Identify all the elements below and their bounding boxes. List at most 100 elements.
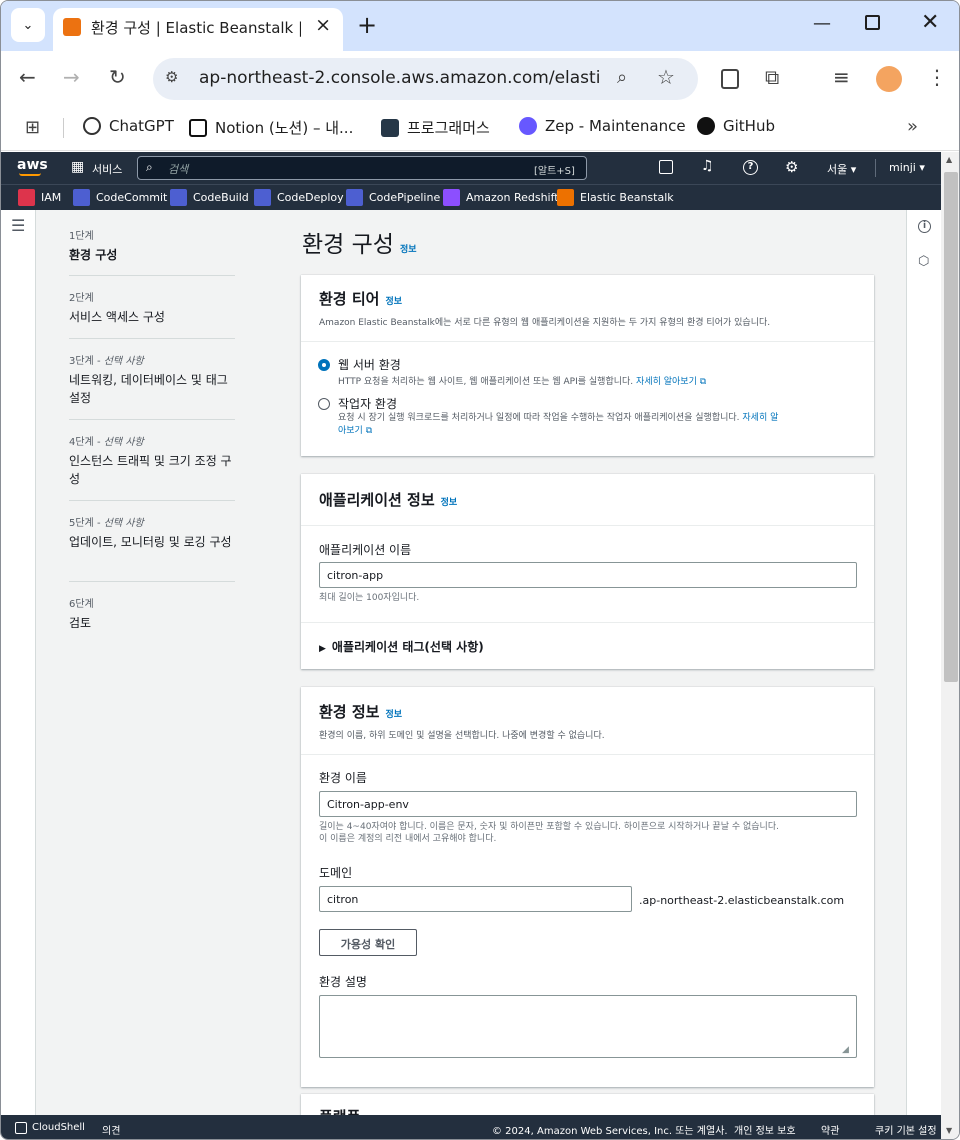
radio-web-server[interactable] — [318, 359, 330, 371]
cloudshell-icon[interactable] — [659, 160, 673, 174]
site-info-icon[interactable]: ⚙ — [165, 68, 178, 86]
tab-bar: ⌄ 환경 구성 | Elastic Beanstalk | a × + — ✕ — [1, 1, 959, 51]
step-number: 6단계 — [69, 599, 94, 610]
fav-codebuild[interactable]: CodeBuild — [170, 189, 249, 206]
wizard-step-1[interactable]: 1단계 환경 구성 — [69, 227, 239, 264]
maximize-icon[interactable] — [865, 15, 880, 30]
wizard-step-3[interactable]: 3단계 - 선택 사항 네트워킹, 데이터베이스 및 태그 설정 — [69, 352, 239, 407]
radio-label: 작업자 환경 — [338, 397, 398, 411]
privacy-link[interactable]: 개인 정보 보호 — [734, 1122, 796, 1137]
tab-active[interactable]: 환경 구성 | Elastic Beanstalk | a × — [53, 8, 343, 51]
bookmarks-bar: ⊞ ChatGPT Notion (노션) – 내... 프로그래머스 Zep … — [1, 106, 959, 151]
wizard-step-2[interactable]: 2단계 서비스 액세스 구성 — [69, 289, 239, 326]
fav-redshift[interactable]: Amazon Redshift — [443, 189, 559, 206]
bookmark-notion[interactable]: Notion (노션) – 내... — [189, 117, 353, 138]
services-menu[interactable]: 서비스 — [92, 161, 122, 177]
app-tags-expander[interactable]: ▶ 애플리케이션 태그(선택 사항) — [319, 638, 484, 655]
bookmark-zep[interactable]: Zep - Maintenance — [519, 117, 686, 135]
scroll-up-arrow-icon[interactable]: ▲ — [946, 155, 952, 164]
hamburger-menu-icon[interactable]: ☰ — [11, 216, 25, 235]
learn-more-link[interactable]: 자세히 알 — [742, 413, 778, 423]
resize-handle-icon[interactable]: ◢ — [842, 1045, 849, 1055]
page-info-link[interactable]: 정보 — [400, 245, 417, 255]
step-number: 4단계 - 선택 사항 — [69, 437, 144, 448]
chevron-down-icon: ⌄ — [22, 17, 34, 33]
step-title: 업데이트, 모니터링 및 로깅 구성 — [69, 535, 232, 549]
environment-name-input[interactable]: Citron-app-env — [319, 791, 857, 817]
page-title: 환경 구성 — [302, 232, 394, 258]
learn-more-link[interactable]: 자세히 알아보기 — [636, 377, 697, 387]
radio-label: 웹 서버 환경 — [338, 358, 401, 372]
more-bookmarks-icon[interactable]: » — [907, 116, 918, 137]
reload-icon[interactable]: ↻ — [109, 65, 126, 89]
account-menu[interactable]: minji ▾ — [889, 161, 925, 174]
bookmark-label: Zep - Maintenance — [545, 117, 686, 135]
close-window-icon[interactable]: ✕ — [921, 10, 939, 35]
region-selector[interactable]: 서울 ▾ — [827, 161, 856, 177]
scroll-down-arrow-icon[interactable]: ▼ — [946, 1126, 952, 1135]
help-icon[interactable]: ? — [743, 160, 758, 175]
chatgpt-icon — [83, 117, 101, 135]
application-name-input[interactable]: citron-app — [319, 562, 857, 588]
apps-grid-icon[interactable]: ⊞ — [25, 117, 40, 138]
feedback-link[interactable]: 의견 — [102, 1122, 120, 1137]
info-link[interactable]: 정보 — [385, 297, 402, 307]
field-label: 애플리케이션 이름 — [319, 543, 412, 557]
page-scrollbar[interactable]: ▲ ▼ — [941, 152, 959, 1139]
domain-input[interactable]: citron — [319, 886, 632, 912]
profile-avatar[interactable] — [876, 66, 902, 92]
new-tab-button[interactable]: + — [357, 11, 377, 39]
bookmark-programmers[interactable]: 프로그래머스 — [381, 117, 490, 138]
fav-codedeploy[interactable]: CodeDeploy — [254, 189, 344, 206]
learn-more-link[interactable]: 아보기 — [338, 426, 363, 436]
notifications-bell-icon[interactable]: ♫ — [701, 158, 714, 174]
media-playlist-icon[interactable]: ≡ — [833, 65, 850, 89]
redshift-icon — [443, 189, 460, 206]
extensions-puzzle-icon[interactable]: ⧉ — [765, 65, 779, 89]
fav-elastic-beanstalk[interactable]: Elastic Beanstalk — [557, 189, 674, 206]
cloudshell-link[interactable]: CloudShell — [32, 1122, 85, 1133]
wizard-step-5[interactable]: 5단계 - 선택 사항 업데이트, 모니터링 및 로깅 구성 — [69, 514, 239, 551]
bookmark-github[interactable]: GitHub — [697, 117, 775, 135]
panel-title: 환경 정보 — [319, 703, 380, 721]
radio-worker[interactable] — [318, 398, 330, 410]
zoom-icon[interactable]: ⌕ — [617, 67, 627, 88]
aws-logo[interactable]: aws — [17, 157, 48, 173]
radio-description: HTTP 요청을 처리하는 웹 사이트, 웹 애플리케이션 또는 웹 API를 … — [338, 377, 707, 387]
console-search-input[interactable]: ⌕ 검색 [알트+S] — [137, 156, 587, 180]
application-info-panel: 애플리케이션 정보 정보 애플리케이션 이름 citron-app 최대 길이는 … — [301, 474, 874, 669]
scrollbar-thumb[interactable] — [944, 172, 958, 682]
extension-notes-icon[interactable] — [721, 69, 739, 89]
back-arrow-icon[interactable]: ← — [19, 65, 36, 89]
fav-codecommit[interactable]: CodeCommit — [73, 189, 167, 206]
info-link[interactable]: 정보 — [385, 710, 402, 720]
fav-iam[interactable]: IAM — [18, 189, 61, 206]
bookmark-star-icon[interactable]: ☆ — [657, 65, 675, 89]
more-menu-icon[interactable]: ⋮ — [927, 65, 947, 89]
expander-label: 애플리케이션 태그(선택 사항) — [331, 640, 484, 654]
terms-link[interactable]: 약관 — [821, 1122, 839, 1137]
wizard-step-4[interactable]: 4단계 - 선택 사항 인스턴스 트래픽 및 크기 조정 구성 — [69, 433, 239, 488]
github-icon — [697, 117, 715, 135]
tab-search-button[interactable]: ⌄ — [11, 8, 45, 42]
info-link[interactable]: 정보 — [441, 498, 458, 508]
forward-arrow-icon[interactable]: → — [63, 65, 80, 89]
fav-label: IAM — [41, 191, 62, 204]
settings-gear-icon[interactable]: ⚙ — [785, 158, 798, 176]
bookmark-chatgpt[interactable]: ChatGPT — [83, 117, 174, 135]
fav-codepipeline[interactable]: CodePipeline — [346, 189, 440, 206]
info-panel-icon[interactable]: i — [918, 220, 931, 233]
environment-description-textarea[interactable] — [319, 995, 857, 1058]
address-bar[interactable]: ⚙ ap-northeast-2.console.aws.amazon.com/… — [153, 58, 698, 100]
external-link-icon: ⧉ — [699, 377, 707, 387]
search-placeholder: 검색 — [168, 163, 189, 176]
step-title: 네트워킹, 데이터베이스 및 태그 설정 — [69, 373, 228, 405]
wizard-step-6[interactable]: 6단계 검토 — [69, 595, 239, 632]
close-tab-icon[interactable]: × — [315, 14, 331, 36]
hexagon-help-icon[interactable]: ⬡ — [918, 254, 929, 269]
check-availability-button[interactable]: 가용성 확인 — [319, 929, 417, 956]
beanstalk-favicon-icon — [63, 18, 81, 36]
cookie-preferences-link[interactable]: 쿠키 기본 설정 — [875, 1122, 937, 1137]
minimize-icon[interactable]: — — [813, 13, 831, 34]
services-grid-icon[interactable]: ▦ — [71, 159, 84, 175]
